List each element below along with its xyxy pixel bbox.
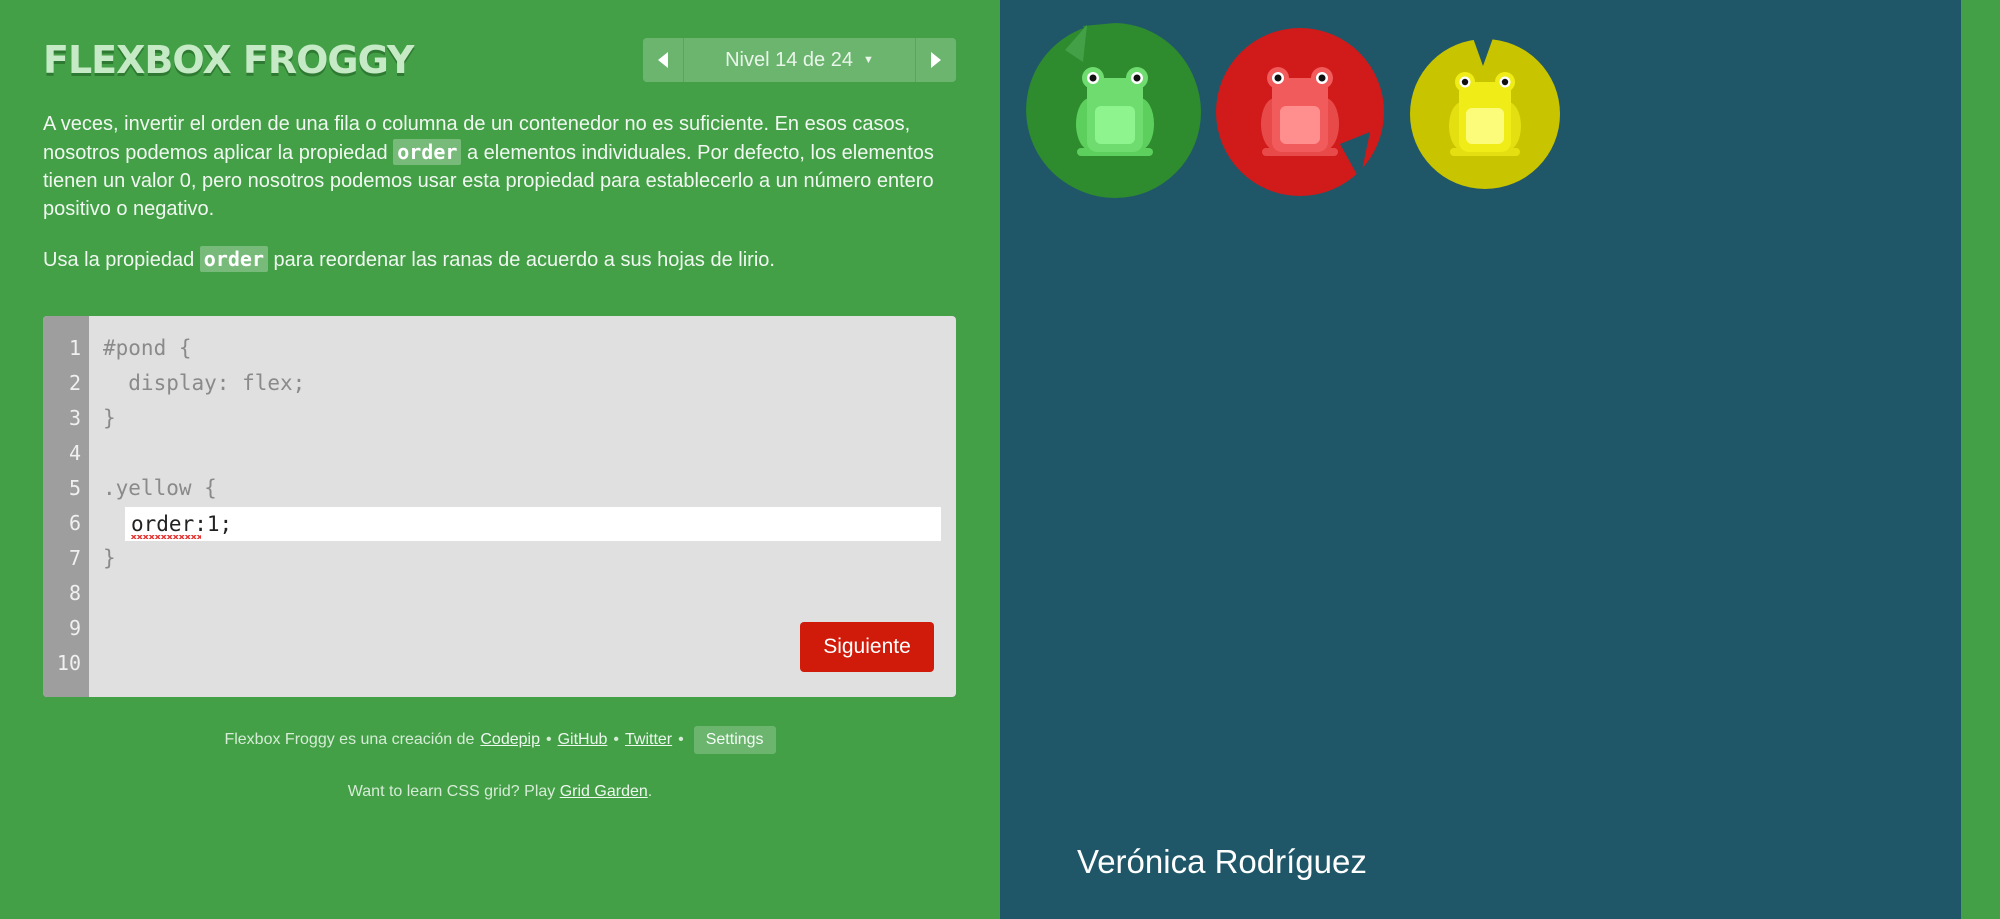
line-number-gutter: 1 2 3 4 5 6 7 8 9 10 [43, 316, 89, 697]
promo-suffix: . [647, 783, 653, 800]
level-label: Nivel 14 de 24 [725, 48, 853, 71]
instructions-paragraph-1: A veces, invertir el orden de una fila o… [43, 110, 963, 223]
next-button[interactable]: Siguiente [800, 622, 934, 672]
red-lilypad-frog [1216, 28, 1384, 196]
twitter-link[interactable]: Twitter [625, 731, 672, 749]
green-lilypad-frog [1026, 23, 1201, 198]
level-navigator: Nivel 14 de 24 ▼ [643, 38, 956, 82]
level-dropdown[interactable]: Nivel 14 de 24 ▼ [684, 38, 915, 82]
yellow-lilypad-frog [1410, 38, 1560, 189]
instructions: A veces, invertir el orden de una fila o… [43, 110, 963, 296]
line-number: 6 [68, 511, 81, 535]
right-edge-strip [1961, 0, 2000, 919]
line-number: 5 [68, 476, 81, 500]
line-number: 8 [68, 581, 81, 605]
instructions-paragraph-2: Usa la propiedad order para reordenar la… [43, 245, 963, 274]
line-number: 1 [68, 336, 81, 360]
instructions-text: para reordenar las ranas de acuerdo a su… [268, 249, 775, 271]
code-line: .yellow { [103, 476, 217, 500]
arrow-right-icon [931, 52, 941, 68]
credits-text: Flexbox Froggy es una creación de [224, 731, 475, 748]
code-line: } [103, 546, 116, 570]
line-number: 7 [68, 546, 81, 570]
codepip-link[interactable]: Codepip [480, 731, 540, 749]
app-logo: FLEXBOX FROGGY [43, 38, 414, 82]
instructions-text: Usa la propiedad [43, 249, 200, 271]
line-number: 10 [56, 651, 81, 675]
github-link[interactable]: GitHub [558, 731, 608, 749]
chevron-down-icon: ▼ [862, 54, 874, 66]
css-editor: 1 2 3 4 5 6 7 8 9 10 #pond { display: fl… [43, 316, 956, 697]
code-line: } [103, 406, 116, 430]
code-line: #pond { [103, 336, 192, 360]
grid-garden-link[interactable]: Grid Garden [560, 783, 648, 800]
grid-garden-promo: Want to learn CSS grid? Play Grid Garden… [0, 783, 1000, 801]
code-line: display: flex; [103, 371, 306, 395]
order-keyword: order [393, 139, 462, 165]
sidebar: FLEXBOX FROGGY Nivel 14 de 24 ▼ A veces,… [0, 0, 1000, 919]
arrow-left-icon [658, 52, 668, 68]
promo-text: Want to learn CSS grid? Play [347, 783, 556, 800]
separator: • [678, 731, 684, 748]
next-level-button[interactable] [915, 38, 956, 82]
previous-level-button[interactable] [643, 38, 684, 82]
line-number: 2 [68, 371, 81, 395]
line-number: 4 [68, 441, 81, 465]
pond [1000, 0, 1961, 919]
author-name: Verónica Rodríguez [1077, 843, 1367, 880]
settings-button[interactable]: Settings [693, 726, 776, 754]
credits: Flexbox Froggy es una creación de Codepi… [0, 726, 1000, 754]
css-code-input[interactable] [125, 507, 941, 541]
order-keyword: order [199, 246, 268, 272]
separator: • [613, 731, 619, 748]
spellcheck-underline [131, 535, 201, 539]
line-number: 9 [68, 616, 81, 640]
separator: • [545, 731, 552, 748]
line-number: 3 [68, 406, 81, 430]
